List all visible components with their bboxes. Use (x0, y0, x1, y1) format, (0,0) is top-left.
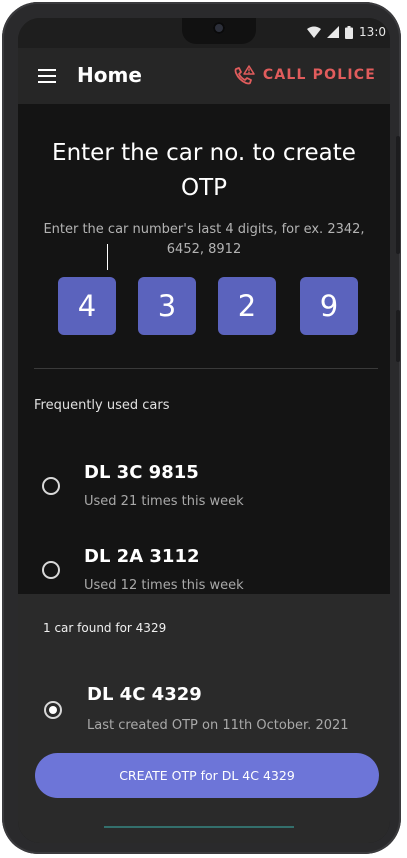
phone-alert-icon (234, 65, 255, 85)
result-sheet: 1 car found for 4329 DL 4C 4329 Last cre… (18, 594, 390, 843)
battery-icon (345, 25, 354, 39)
signal-icon (327, 26, 340, 38)
otp-subheading: Enter the car number's last 4 digits, fo… (43, 222, 365, 257)
create-otp-button[interactable]: CREATE OTP for DL 4C 4329 (35, 753, 379, 798)
otp-heading: Enter the car no. to create OTP (52, 140, 356, 201)
frequent-car-item[interactable]: DL 2A 3112 Used 12 times this week (18, 516, 390, 593)
otp-digit-1[interactable]: 4 (58, 277, 116, 335)
page-title: Home (77, 63, 142, 87)
app-bar: Home CALL POLICE (18, 48, 390, 104)
power-button (396, 310, 400, 362)
otp-digit-3[interactable]: 2 (218, 277, 276, 335)
phone-frame: 13:0 Home CALL POLICE Enter the car no. … (2, 2, 401, 854)
frequent-car-item[interactable]: DL 3C 9815 Used 21 times this week (18, 432, 390, 509)
notch (182, 18, 256, 44)
car-last-otp: Last created OTP on 11th October. 2021 (87, 718, 349, 733)
radio-button-selected[interactable] (44, 701, 62, 719)
call-police-button[interactable]: CALL POLICE (233, 65, 376, 85)
radio-button[interactable] (42, 477, 60, 495)
divider (34, 368, 378, 369)
status-bar: 13:0 (18, 18, 390, 48)
otp-digit-4[interactable]: 9 (300, 277, 358, 335)
car-number: DL 3C 9815 (84, 462, 199, 483)
frequent-cars-label: Frequently used cars (34, 398, 170, 413)
car-usage: Used 21 times this week (84, 494, 244, 509)
call-police-label: CALL POLICE (262, 67, 376, 83)
home-indicator (104, 826, 294, 828)
screen: 13:0 Home CALL POLICE Enter the car no. … (18, 18, 390, 843)
car-number: DL 2A 3112 (84, 546, 200, 567)
cars-found-label: 1 car found for 4329 (43, 621, 167, 635)
camera-icon (213, 22, 225, 34)
text-cursor (107, 244, 108, 270)
wifi-icon (307, 26, 322, 38)
car-number: DL 4C 4329 (87, 684, 202, 705)
found-car-item[interactable]: DL 4C 4329 Last created OTP on 11th Octo… (18, 656, 390, 736)
volume-button (396, 136, 400, 254)
otp-digit-2[interactable]: 3 (138, 277, 196, 335)
car-usage: Used 12 times this week (84, 578, 244, 593)
status-icons: 13:0 (307, 25, 386, 39)
radio-button[interactable] (42, 561, 60, 579)
menu-icon[interactable] (38, 69, 56, 83)
status-time: 13:0 (359, 25, 386, 39)
main-content: Enter the car no. to create OTP Enter th… (18, 104, 390, 594)
